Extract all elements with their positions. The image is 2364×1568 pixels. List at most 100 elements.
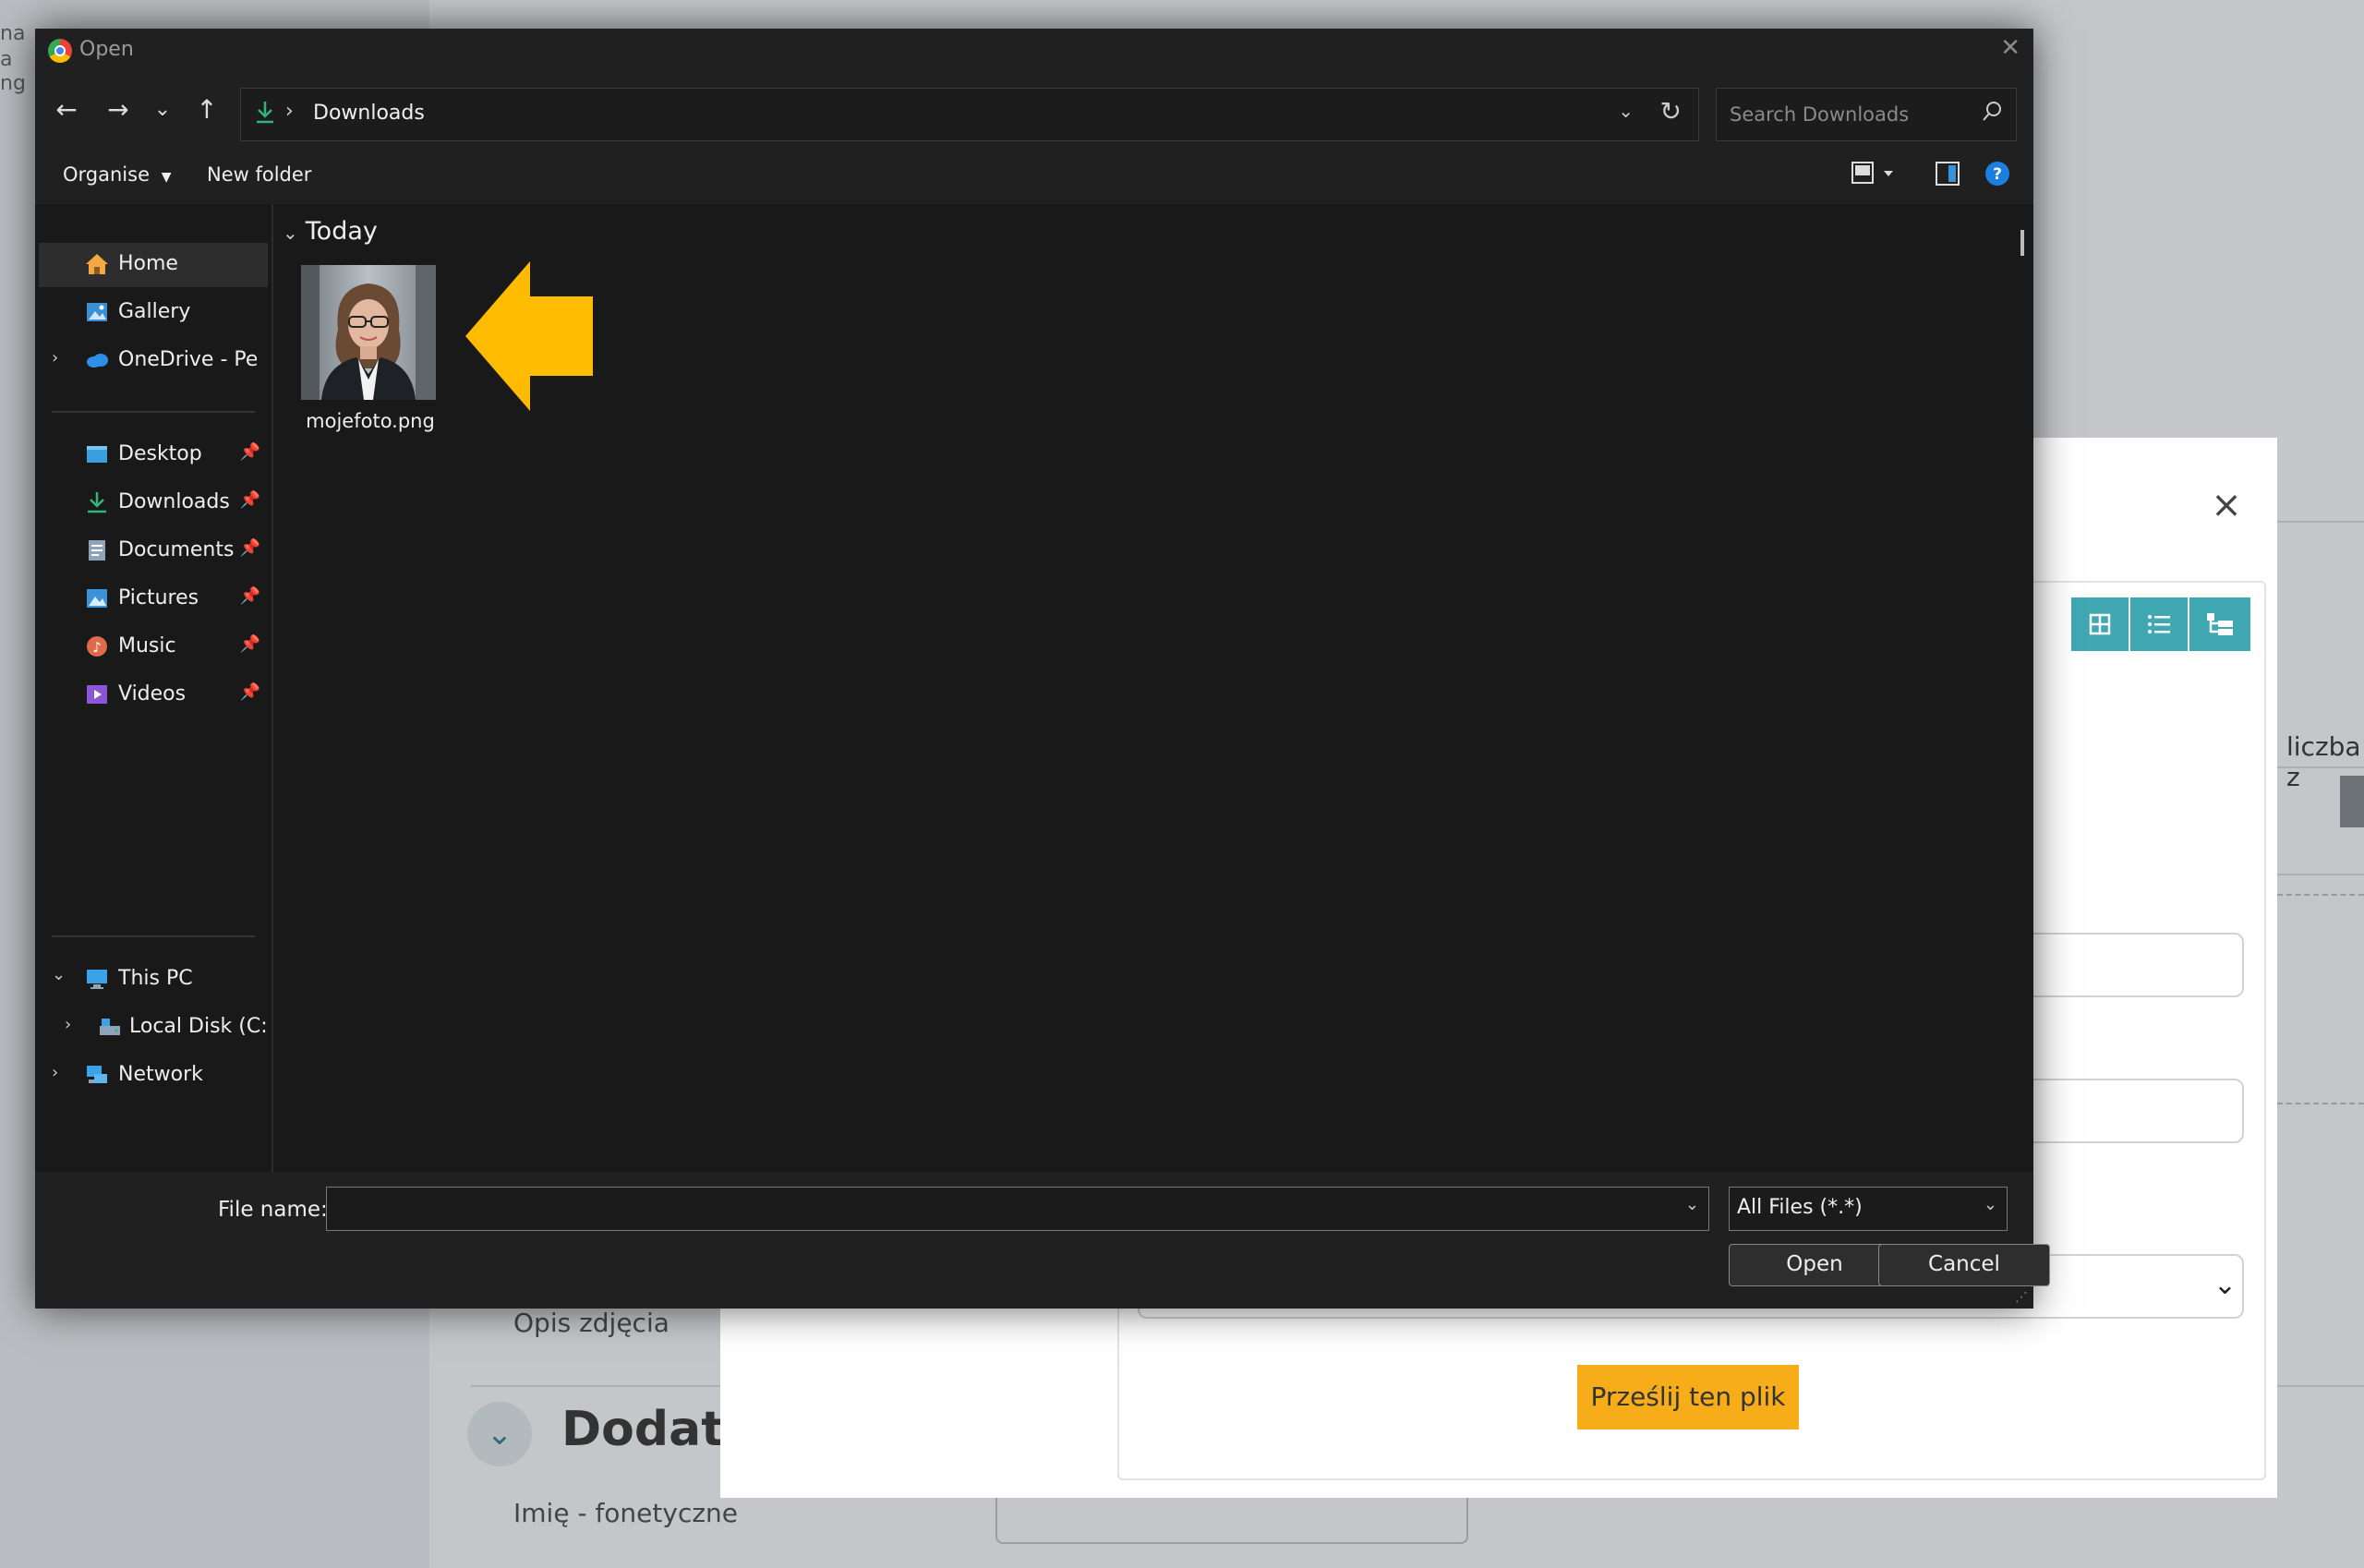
photo-thumbnail	[301, 265, 436, 400]
command-bar: Organise ▼ New folder ?	[35, 145, 2033, 204]
forward-arrow-icon[interactable]: →	[100, 91, 137, 128]
help-icon: ?	[1985, 162, 2009, 186]
sidebar-divider	[52, 935, 255, 937]
sidebar-item-documents[interactable]: Documents 📌	[39, 529, 268, 573]
sidebar-item-gallery[interactable]: Gallery	[39, 291, 268, 335]
group-label: Today	[305, 217, 378, 246]
sidebar-item-pictures[interactable]: Pictures 📌	[39, 577, 268, 621]
expand-chevron-icon[interactable]: ›	[52, 348, 58, 368]
organise-dropdown-icon: ▼	[161, 170, 172, 185]
cancel-button[interactable]: Cancel	[1878, 1244, 2050, 1286]
search-input[interactable]: Search Downloads	[1716, 88, 2017, 141]
home-icon	[86, 254, 108, 274]
sidebar-item-music[interactable]: ♪ Music 📌	[39, 625, 268, 669]
sidebar-item-network[interactable]: › Network	[39, 1054, 268, 1098]
phonetic-name-input[interactable]	[995, 1496, 1468, 1544]
address-bar[interactable]: › Downloads ⌄ ↻	[240, 88, 1699, 141]
search-placeholder: Search Downloads	[1730, 103, 1910, 126]
sidebar-item-label: Gallery	[118, 300, 191, 323]
download-icon	[88, 492, 106, 513]
change-view-button[interactable]	[1851, 160, 1895, 191]
documents-icon	[89, 540, 105, 561]
vertical-scrollbar[interactable]	[2020, 230, 2024, 256]
preview-pane-button[interactable]	[1934, 160, 1961, 191]
sidebar-item-label: Pictures	[118, 586, 199, 609]
expand-chevron-icon[interactable]: ›	[65, 1015, 71, 1034]
dialog-close-icon[interactable]: ✕	[2000, 34, 2020, 62]
edge-text-1: na	[0, 22, 26, 45]
resize-grip-icon[interactable]: ⋰	[2015, 1290, 2028, 1305]
grid-icon	[2089, 613, 2111, 635]
section-collapse-chevron[interactable]: ⌄	[467, 1402, 532, 1466]
pin-icon: 📌	[239, 682, 260, 702]
open-button[interactable]: Open	[1729, 1244, 1900, 1286]
chrome-logo-icon	[48, 39, 72, 63]
tree-icon	[2207, 613, 2233, 635]
sidebar-item-label: Documents	[118, 538, 235, 561]
portrait-photo-icon	[301, 265, 436, 400]
breadcrumb-downloads[interactable]: Downloads	[313, 102, 425, 125]
bg-dark-button[interactable]	[2340, 776, 2364, 827]
breadcrumb-separator-icon: ›	[285, 100, 294, 123]
network-icon	[87, 1066, 107, 1083]
bg-dashed-divider	[2277, 894, 2364, 898]
bg-divider	[2277, 521, 2364, 523]
expand-chevron-icon[interactable]: ›	[52, 1063, 58, 1082]
disk-icon	[100, 1019, 120, 1035]
svg-text:?: ?	[1993, 165, 2002, 184]
modal-close-icon[interactable]: ×	[2203, 482, 2249, 528]
sidebar-item-videos[interactable]: Videos 📌	[39, 673, 268, 718]
sidebar-item-label: Desktop	[118, 442, 202, 465]
refresh-icon[interactable]: ↻	[1660, 96, 1682, 127]
desktop-icon	[87, 446, 107, 463]
download-icon	[257, 102, 273, 124]
recent-locations-chevron-icon[interactable]: ⌄	[144, 91, 181, 128]
group-header-today[interactable]: ⌄ Today	[283, 217, 378, 246]
sidebar-item-onedrive[interactable]: › OneDrive - Personal	[39, 339, 268, 383]
sidebar-item-desktop[interactable]: Desktop 📌	[39, 433, 268, 477]
file-name-label: File name:	[218, 1198, 328, 1222]
svg-text:♪: ♪	[92, 639, 102, 656]
select-chevron-icon: ⌄	[2213, 1269, 2237, 1301]
sidebar-divider	[52, 411, 255, 413]
file-name-label: mojefoto.png	[306, 410, 435, 432]
file-name-dropdown-icon[interactable]: ⌄	[1685, 1195, 1699, 1214]
sidebar-item-downloads[interactable]: Downloads 📌	[39, 481, 268, 525]
annotation-arrow-icon	[465, 261, 593, 411]
new-folder-button[interactable]: New folder	[207, 163, 311, 186]
pin-icon: 📌	[239, 442, 260, 462]
dialog-title: Open	[79, 38, 134, 61]
file-type-value: All Files (*.*)	[1737, 1196, 1863, 1219]
dialog-titlebar[interactable]: Open ✕	[35, 29, 2033, 73]
list-view-button[interactable]	[2130, 597, 2189, 651]
upload-file-button[interactable]: Prześlij ten plik	[1577, 1365, 1799, 1429]
sidebar-item-label: This PC	[118, 967, 193, 990]
view-icon	[1851, 162, 1893, 184]
pin-icon: 📌	[239, 634, 260, 654]
bg-divider	[2277, 874, 2364, 875]
file-item-mojefoto[interactable]: mojefoto.png	[292, 265, 449, 437]
sidebar-item-local-disk[interactable]: › Local Disk (C:)	[39, 1006, 268, 1050]
music-icon: ♪	[87, 636, 107, 657]
navigation-bar: ← → ⌄ ↑ › Downloads ⌄ ↻ Search Downloads	[35, 73, 2033, 145]
organise-button[interactable]: Organise ▼	[63, 163, 171, 186]
file-type-select[interactable]: All Files (*.*) ⌄	[1729, 1187, 2008, 1231]
preview-pane-icon	[1936, 162, 1960, 186]
onedrive-icon	[87, 354, 108, 368]
up-arrow-icon[interactable]: ↑	[188, 91, 225, 128]
help-button[interactable]: ?	[1984, 160, 2011, 191]
sidebar-item-this-pc[interactable]: ⌄ This PC	[39, 958, 268, 1002]
tree-view-button[interactable]	[2189, 597, 2250, 651]
grid-view-button[interactable]	[2071, 597, 2130, 651]
collapse-chevron-icon[interactable]: ⌄	[52, 965, 66, 984]
sidebar-item-home[interactable]: Home	[39, 243, 268, 287]
file-name-input[interactable]: ⌄	[326, 1187, 1709, 1231]
pictures-icon	[87, 589, 107, 608]
bg-divider	[2277, 1385, 2364, 1387]
pin-icon: 📌	[239, 490, 260, 510]
address-dropdown-icon[interactable]: ⌄	[1618, 100, 1634, 122]
back-arrow-icon[interactable]: ←	[48, 91, 85, 128]
pin-icon: 📌	[239, 538, 260, 558]
edge-text-2: a	[0, 48, 13, 71]
phonetic-name-label: Imię - fonetyczne	[513, 1498, 739, 1528]
